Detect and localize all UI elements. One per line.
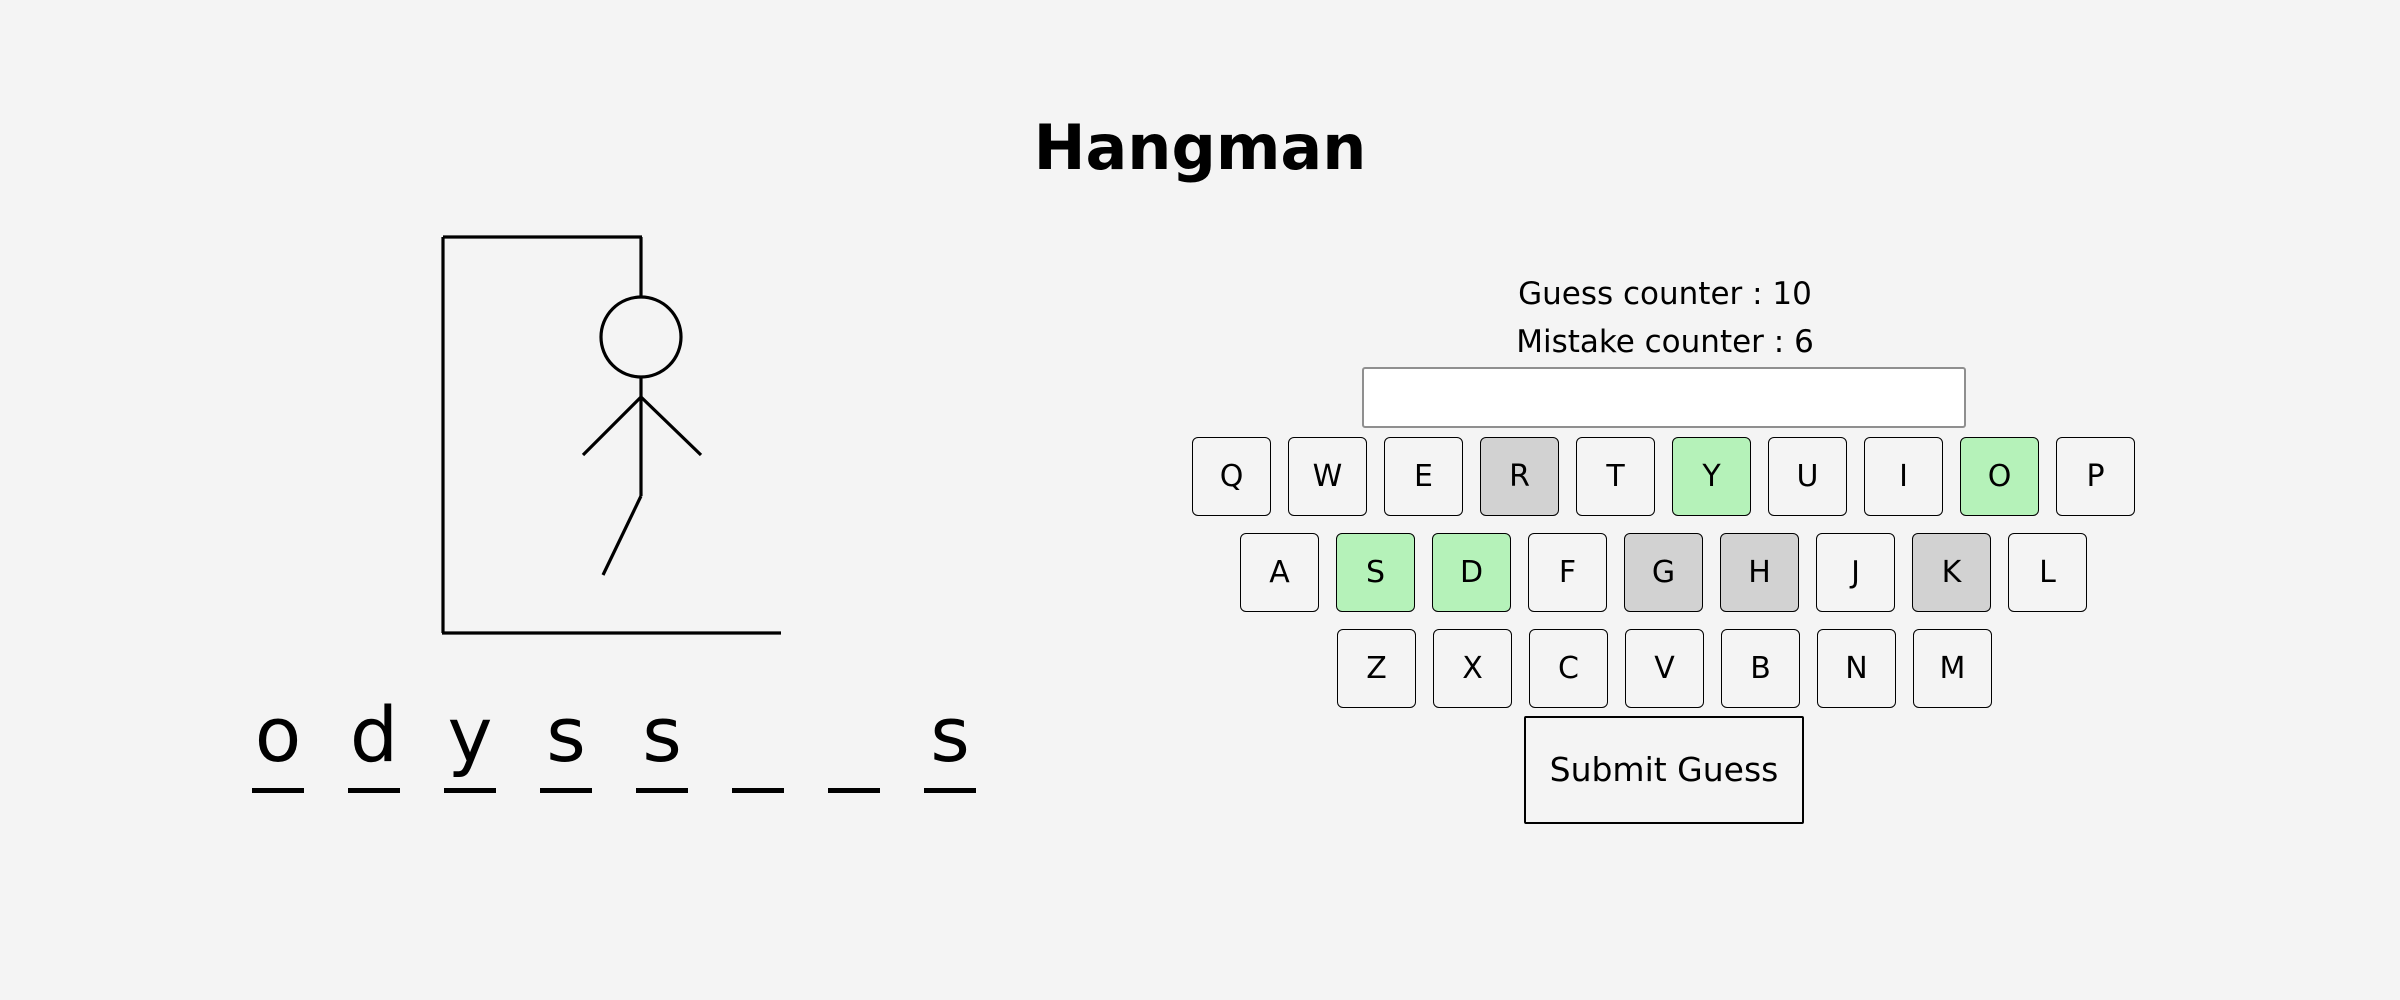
word-letter: d <box>349 690 399 779</box>
key-p[interactable]: P <box>2056 437 2135 516</box>
word-letter-underline <box>252 788 304 793</box>
word-letter-underline <box>444 788 496 793</box>
key-g[interactable]: G <box>1624 533 1703 612</box>
word-letter: o <box>254 690 302 779</box>
key-f[interactable]: F <box>1528 533 1607 612</box>
hangman-left-leg <box>601 495 643 576</box>
key-i[interactable]: I <box>1864 437 1943 516</box>
key-z[interactable]: Z <box>1337 629 1416 708</box>
key-y[interactable]: Y <box>1672 437 1751 516</box>
key-j[interactable]: J <box>1816 533 1895 612</box>
key-l[interactable]: L <box>2008 533 2087 612</box>
word-letter: s <box>930 690 970 779</box>
key-c[interactable]: C <box>1529 629 1608 708</box>
word-letter-underline <box>924 788 976 793</box>
word-letter: s <box>546 690 586 779</box>
guess-counter: Guess counter : 10 <box>1518 276 1812 312</box>
key-h[interactable]: H <box>1720 533 1799 612</box>
key-w[interactable]: W <box>1288 437 1367 516</box>
key-r[interactable]: R <box>1480 437 1559 516</box>
key-q[interactable]: Q <box>1192 437 1271 516</box>
key-s[interactable]: S <box>1336 533 1415 612</box>
key-t[interactable]: T <box>1576 437 1655 516</box>
key-b[interactable]: B <box>1721 629 1800 708</box>
key-d[interactable]: D <box>1432 533 1511 612</box>
key-u[interactable]: U <box>1768 437 1847 516</box>
word-letter-underline <box>828 788 880 793</box>
guess-input[interactable] <box>1362 367 1966 428</box>
key-n[interactable]: N <box>1817 629 1896 708</box>
key-k[interactable]: K <box>1912 533 1991 612</box>
word-letter-underline <box>732 788 784 793</box>
hangman-right-arm <box>639 395 703 457</box>
key-x[interactable]: X <box>1433 629 1512 708</box>
hangman-drawing <box>441 235 781 635</box>
hangman-head <box>599 295 683 379</box>
word-letter-underline <box>348 788 400 793</box>
hangman-left-arm <box>581 395 643 457</box>
key-a[interactable]: A <box>1240 533 1319 612</box>
word-letter: s <box>642 690 682 779</box>
word-display: odysss <box>250 685 1050 805</box>
word-letter-underline <box>540 788 592 793</box>
key-v[interactable]: V <box>1625 629 1704 708</box>
word-letter-underline <box>636 788 688 793</box>
key-e[interactable]: E <box>1384 437 1463 516</box>
key-m[interactable]: M <box>1913 629 1992 708</box>
mistake-counter: Mistake counter : 6 <box>1516 324 1814 360</box>
key-o[interactable]: O <box>1960 437 2039 516</box>
word-letter: y <box>447 690 493 779</box>
submit-guess-button[interactable]: Submit Guess <box>1524 716 1804 824</box>
